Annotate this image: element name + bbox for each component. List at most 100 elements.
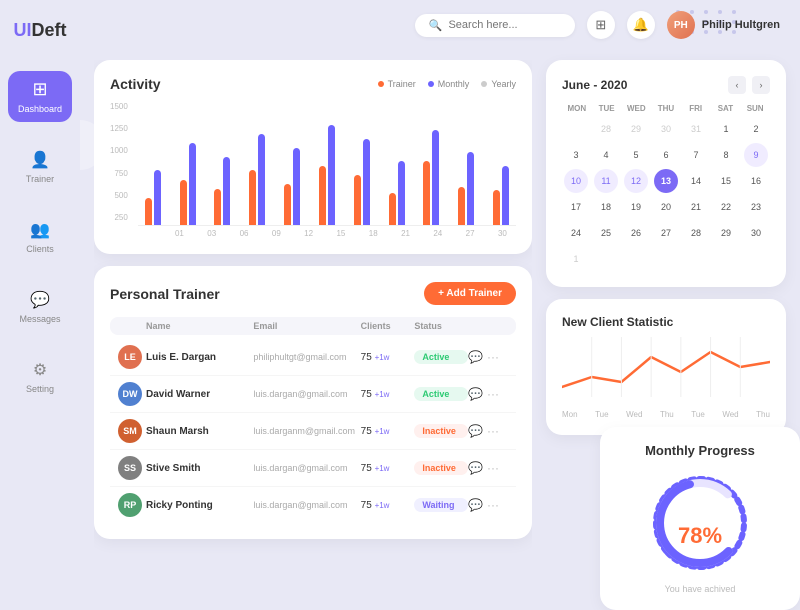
progress-subtitle: You have achived xyxy=(665,584,736,594)
calendar-day[interactable]: 10 xyxy=(564,169,588,193)
row-email: luis.dargan@gmail.com xyxy=(253,389,360,399)
calendar-day[interactable]: 23 xyxy=(744,195,768,219)
row-avatar: RP xyxy=(118,493,142,517)
col-status: Status xyxy=(414,321,468,331)
progress-title: Monthly Progress xyxy=(645,443,755,458)
message-icon[interactable]: 💬 xyxy=(468,461,483,475)
x-axis-label: 06 xyxy=(230,229,257,238)
calendar-day[interactable]: 4 xyxy=(594,143,618,167)
calendar-day[interactable]: 28 xyxy=(684,221,708,245)
calendar-day[interactable]: 8 xyxy=(714,143,738,167)
calendar-day[interactable]: 1 xyxy=(564,247,588,271)
calendar-day[interactable]: 5 xyxy=(624,143,648,167)
row-clients: 75 +1w xyxy=(361,500,415,511)
trainer-icon: 👤 xyxy=(30,150,50,170)
message-icon[interactable]: 💬 xyxy=(468,498,483,512)
legend-monthly: Monthly xyxy=(428,79,470,89)
bar-wrapper xyxy=(493,166,509,225)
calendar-day[interactable]: 12 xyxy=(624,169,648,193)
trainer-title: Personal Trainer xyxy=(110,286,220,302)
sidebar-item-messages[interactable]: 💬 Messages xyxy=(8,282,72,332)
trainer-header: Personal Trainer + Add Trainer xyxy=(110,282,516,305)
sidebar-item-dashboard[interactable]: ⊞ Dashboard xyxy=(8,71,72,122)
bar-wrapper xyxy=(145,170,161,225)
sidebar-item-clients[interactable]: 👥 Clients xyxy=(8,212,72,262)
calendar-day[interactable]: 1 xyxy=(714,117,738,141)
legend-dot-yearly xyxy=(481,81,487,87)
more-icon[interactable]: ··· xyxy=(487,498,499,512)
calendar-day[interactable]: 20 xyxy=(654,195,678,219)
client-statistic-card: New Client Statistic Mon Tue Wed Thu xyxy=(546,299,786,435)
calendar-day[interactable]: 9 xyxy=(744,143,768,167)
progress-percent: 78% xyxy=(678,523,722,549)
calendar-day[interactable]: 27 xyxy=(654,221,678,245)
add-trainer-button[interactable]: + Add Trainer xyxy=(424,282,516,305)
bar-client xyxy=(145,198,152,225)
sidebar-item-trainer[interactable]: 👤 Trainer xyxy=(8,142,72,192)
calendar-day[interactable]: 29 xyxy=(624,117,648,141)
calendar-card: June - 2020 ‹ › MON TUE WED THU FRI SAT … xyxy=(546,60,786,287)
calendar-day[interactable]: 7 xyxy=(684,143,708,167)
more-icon[interactable]: ··· xyxy=(487,350,499,364)
row-name: Stive Smith xyxy=(146,463,253,474)
chart-container: 1500 1250 1000 750 500 250 0103060912151… xyxy=(110,102,516,238)
calendar-day[interactable]: 24 xyxy=(564,221,588,245)
bar-trainer xyxy=(398,161,405,225)
calendar-day[interactable]: 11 xyxy=(594,169,618,193)
user-profile[interactable]: PH Philip Hultgren xyxy=(667,11,780,39)
calendar-day xyxy=(564,117,588,141)
calendar-day[interactable]: 15 xyxy=(714,169,738,193)
bar-group xyxy=(312,125,342,225)
bell-icon-btn[interactable]: 🔔 xyxy=(627,11,655,39)
bar-group xyxy=(138,170,168,225)
sidebar-item-setting[interactable]: ⚙ Setting xyxy=(8,352,72,402)
status-badge: Inactive xyxy=(414,424,468,438)
x-axis-label: 03 xyxy=(198,229,225,238)
message-icon[interactable]: 💬 xyxy=(468,424,483,438)
status-badge: Active xyxy=(414,387,468,401)
calendar-day[interactable]: 22 xyxy=(714,195,738,219)
next-month-button[interactable]: › xyxy=(752,76,770,94)
calendar-day[interactable]: 16 xyxy=(744,169,768,193)
search-input[interactable] xyxy=(448,19,560,31)
calendar-day[interactable]: 18 xyxy=(594,195,618,219)
calendar-day[interactable]: 21 xyxy=(684,195,708,219)
row-actions: 💬 ··· xyxy=(468,461,508,475)
calendar-day[interactable]: 31 xyxy=(684,117,708,141)
more-icon[interactable]: ··· xyxy=(487,387,499,401)
bar-group xyxy=(347,139,377,225)
calendar-day[interactable]: 13 xyxy=(654,169,678,193)
calendar-day[interactable]: 30 xyxy=(744,221,768,245)
calendar-day[interactable]: 26 xyxy=(624,221,648,245)
table-row: SS Stive Smith luis.dargan@gmail.com 75 … xyxy=(110,450,516,487)
bar-wrapper xyxy=(423,130,439,225)
bar-group xyxy=(486,166,516,225)
calendar-day[interactable]: 25 xyxy=(594,221,618,245)
grid-icon-btn[interactable]: ⊞ xyxy=(587,11,615,39)
y-axis: 1500 1250 1000 750 500 250 xyxy=(110,102,128,222)
bar-trainer xyxy=(363,139,370,225)
calendar-day[interactable]: 30 xyxy=(654,117,678,141)
search-bar[interactable]: 🔍 xyxy=(415,14,575,37)
message-icon[interactable]: 💬 xyxy=(468,350,483,364)
bar-client xyxy=(354,175,361,225)
calendar-day[interactable]: 2 xyxy=(744,117,768,141)
legend-dot-trainer xyxy=(378,81,384,87)
more-icon[interactable]: ··· xyxy=(487,461,499,475)
row-clients: 75 +1w xyxy=(361,352,415,363)
table-header: Name Email Clients Status xyxy=(110,317,516,335)
calendar-day[interactable]: 17 xyxy=(564,195,588,219)
progress-ring-container: 78% xyxy=(645,468,755,578)
prev-month-button[interactable]: ‹ xyxy=(728,76,746,94)
calendar-day[interactable]: 3 xyxy=(564,143,588,167)
client-statistic-chart xyxy=(562,337,770,407)
calendar-day[interactable]: 6 xyxy=(654,143,678,167)
calendar-day[interactable]: 28 xyxy=(594,117,618,141)
more-icon[interactable]: ··· xyxy=(487,424,499,438)
calendar-day[interactable]: 19 xyxy=(624,195,648,219)
bar-wrapper xyxy=(214,157,230,225)
calendar-day[interactable]: 14 xyxy=(684,169,708,193)
message-icon[interactable]: 💬 xyxy=(468,387,483,401)
sidebar: UIDeft ⊞ Dashboard 👤 Trainer 👥 Clients 💬… xyxy=(0,0,80,600)
calendar-day[interactable]: 29 xyxy=(714,221,738,245)
